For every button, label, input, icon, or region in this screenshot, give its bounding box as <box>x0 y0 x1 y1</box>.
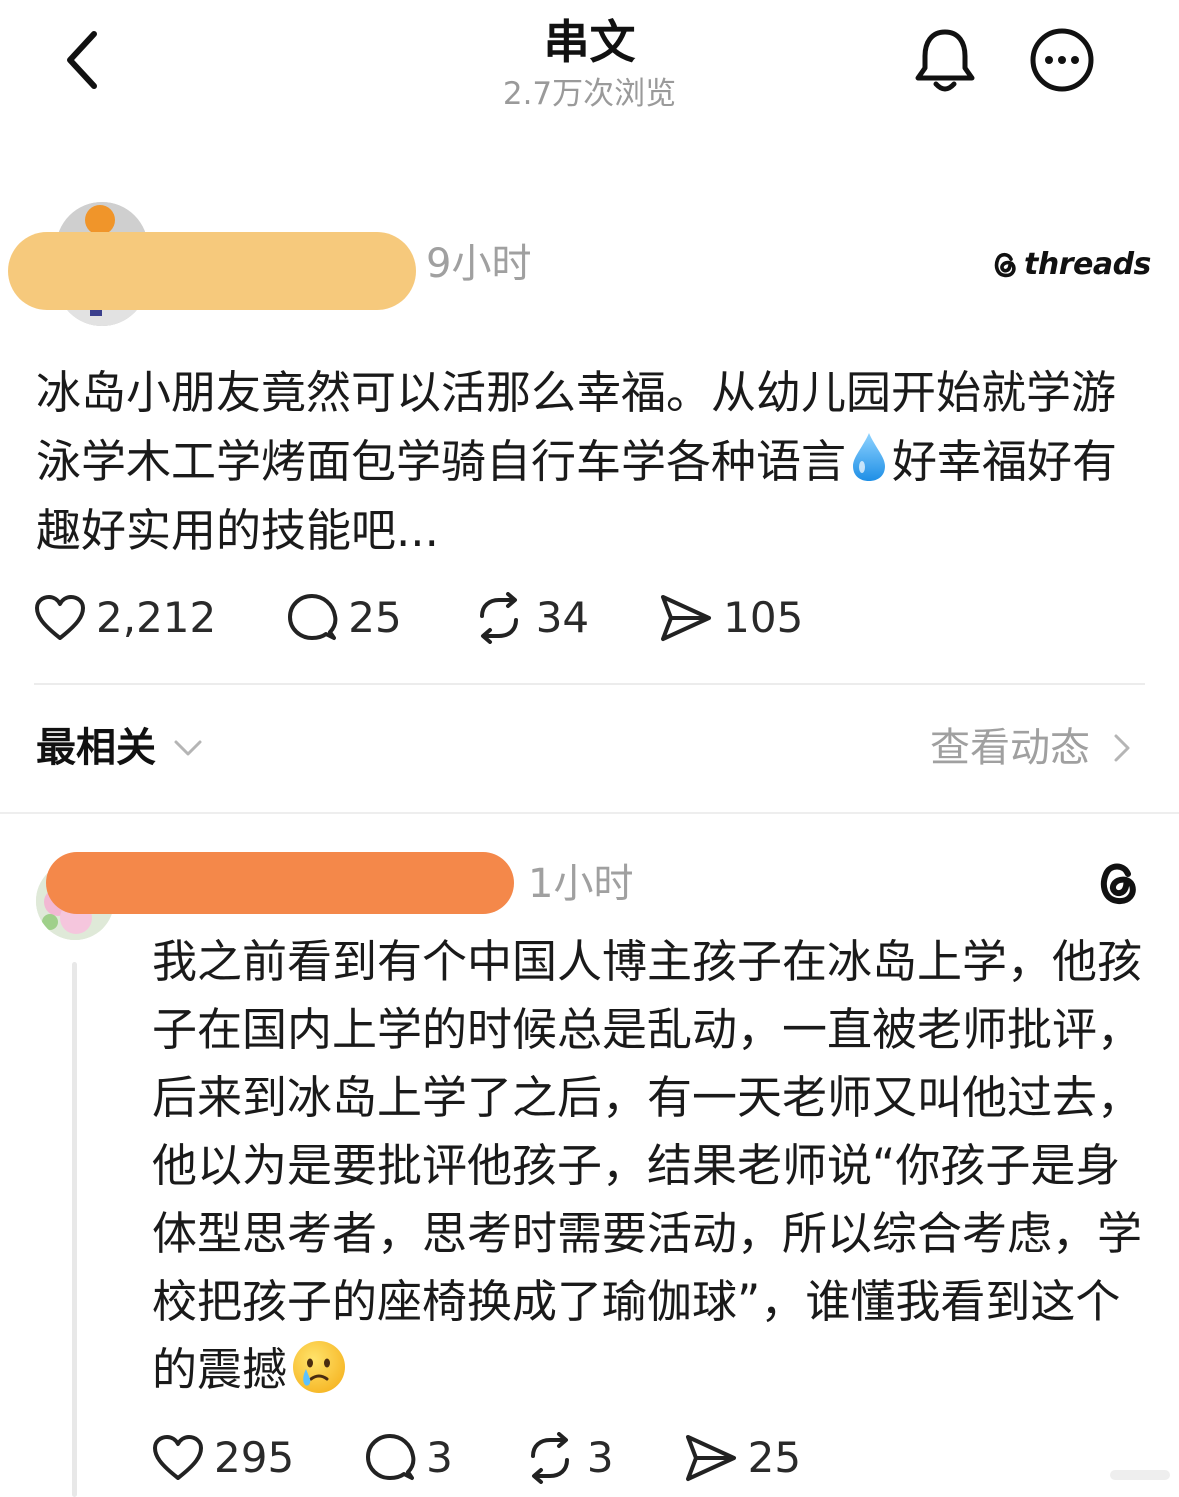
repost-button[interactable]: 34 <box>472 592 589 644</box>
reply-text-content: 我之前看到有个中国人博主孩子在冰岛上学，他孩子在国内上学的时候总是乱动，一直被老… <box>152 935 1143 1396</box>
like-count: 2,212 <box>96 593 217 642</box>
threads-icon <box>994 252 1016 278</box>
crying-face-emoji-icon <box>291 1339 347 1395</box>
comment-button[interactable]: 25 <box>286 592 402 644</box>
threads-wordmark: threads <box>1024 246 1151 282</box>
more-options-button[interactable] <box>1028 26 1096 94</box>
heart-icon <box>153 1435 203 1480</box>
notification-button[interactable] <box>912 26 978 96</box>
like-button[interactable]: 2,212 <box>34 593 216 643</box>
like-count: 295 <box>214 1433 295 1482</box>
sort-label: 最相关 <box>36 725 156 771</box>
like-button[interactable]: 295 <box>152 1433 294 1483</box>
threads-logo: threads <box>990 244 1151 284</box>
repost-icon <box>479 592 518 644</box>
reply-action-bar: 295 3 3 25 <box>152 1430 871 1486</box>
home-indicator <box>1110 1470 1170 1480</box>
chevron-right-icon <box>1114 734 1130 762</box>
view-count: 2.7万次浏览 <box>502 76 677 112</box>
repost-count: 3 <box>586 1433 614 1482</box>
droplet-emoji-icon <box>850 431 888 483</box>
share-button[interactable]: 105 <box>659 593 803 643</box>
send-icon <box>685 1435 736 1481</box>
username-redaction <box>8 232 416 310</box>
comment-count: 3 <box>426 1433 453 1482</box>
reply-text: 我之前看到有个中国人博主孩子在冰岛上学，他孩子在国内上学的时候总是乱动，一直被老… <box>152 928 1148 1404</box>
comment-count: 25 <box>348 593 402 642</box>
username-redaction <box>46 852 514 914</box>
post-timestamp: 9小时 <box>426 241 532 287</box>
share-count: 25 <box>747 1433 802 1482</box>
chevron-down-icon <box>174 740 202 756</box>
sort-dropdown[interactable]: 最相关 <box>36 722 208 774</box>
post-action-bar: 2,212 25 34 105 <box>34 590 873 646</box>
repost-button[interactable]: 3 <box>523 1432 614 1484</box>
comment-icon <box>366 1434 416 1480</box>
divider <box>34 683 1145 685</box>
comment-icon <box>288 594 338 640</box>
page-title: 串文 <box>543 15 636 69</box>
repost-count: 34 <box>535 593 590 642</box>
share-button[interactable]: 25 <box>684 1433 801 1483</box>
thread-connector-line <box>72 962 77 1497</box>
bell-icon <box>915 29 975 92</box>
section-divider <box>0 812 1179 814</box>
comment-button[interactable]: 3 <box>364 1432 453 1484</box>
send-icon <box>661 595 712 641</box>
more-horizontal-icon <box>1030 28 1094 92</box>
threads-icon <box>1093 856 1143 908</box>
reply-timestamp: 1小时 <box>528 861 634 907</box>
view-activity-link[interactable]: 查看动态 <box>930 722 1142 774</box>
view-activity-label: 查看动态 <box>930 725 1090 771</box>
share-count: 105 <box>723 593 804 642</box>
heart-icon <box>35 595 85 640</box>
post-text: 冰岛小朋友竟然可以活那么幸福。从幼儿园开始就学游泳学木工学烤面包学骑自行车学各种… <box>36 358 1150 565</box>
repost-icon <box>530 1432 569 1484</box>
